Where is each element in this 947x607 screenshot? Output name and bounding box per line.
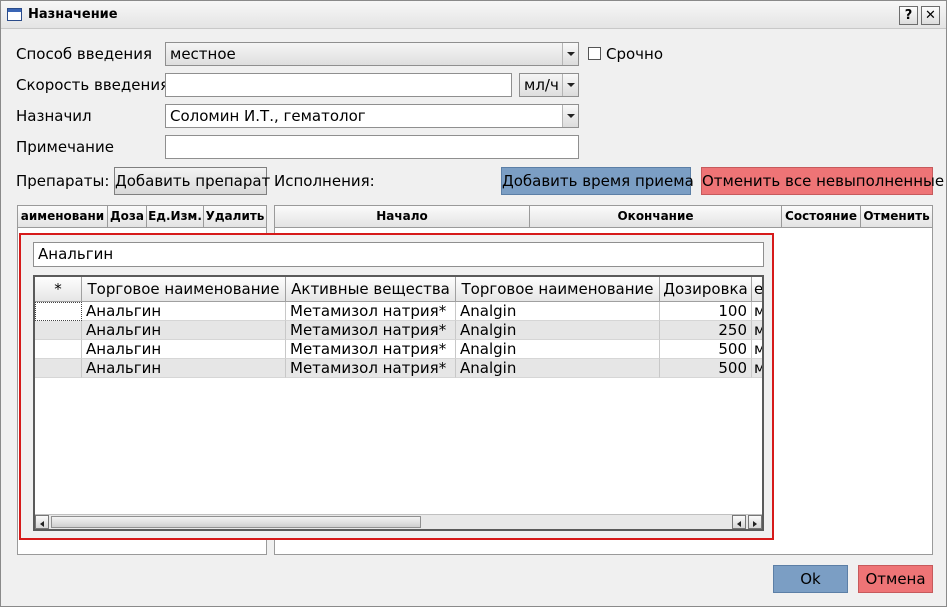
- note-label: Примечание: [16, 138, 114, 156]
- drug-col-name[interactable]: аименовани: [18, 206, 108, 228]
- horizontal-scrollbar[interactable]: [35, 514, 762, 529]
- chevron-down-icon: [562, 105, 578, 127]
- window-icon: [7, 8, 22, 21]
- note-input[interactable]: [165, 135, 579, 159]
- speed-unit-value: мл/ч: [524, 76, 559, 94]
- row-marker-cell[interactable]: [35, 340, 82, 359]
- grid-col-unit[interactable]: е: [752, 277, 762, 302]
- trade-name-latin-cell[interactable]: Analgin: [456, 340, 660, 359]
- chevron-down-icon: [562, 43, 578, 65]
- dosage-cell[interactable]: 500: [660, 359, 752, 378]
- trade-name-latin-cell[interactable]: Analgin: [456, 321, 660, 340]
- cancel-all-button[interactable]: Отменить все невыполненные: [701, 167, 944, 195]
- urgent-label: Срочно: [606, 45, 664, 63]
- drug-col-unit[interactable]: Ед.Изм.: [147, 206, 204, 228]
- dosage-cell[interactable]: 100: [660, 302, 752, 321]
- drug-search-input[interactable]: Анальгин: [33, 242, 764, 267]
- dosage-cell[interactable]: 250: [660, 321, 752, 340]
- grid-col-active-substance[interactable]: Активные вещества: [286, 277, 456, 302]
- urgent-checkbox[interactable]: [588, 47, 601, 60]
- row-marker-cell[interactable]: [35, 302, 82, 321]
- chevron-right-icon: [753, 521, 757, 527]
- window-title: Назначение: [28, 7, 118, 22]
- scroll-left-button-2[interactable]: [732, 515, 746, 529]
- dosage-cell[interactable]: 500: [660, 340, 752, 359]
- chevron-down-icon: [562, 74, 578, 96]
- title-bar: Назначение ? ✕: [1, 1, 946, 29]
- help-button[interactable]: ?: [899, 6, 918, 25]
- exec-col-start[interactable]: Начало: [275, 206, 530, 228]
- table-row[interactable]: Анальгин Метамизол натрия* Analgin 250 м: [35, 321, 762, 340]
- table-row[interactable]: Анальгин Метамизол натрия* Analgin 100 м: [35, 302, 762, 321]
- close-button[interactable]: ✕: [921, 6, 940, 25]
- prescriber-label: Назначил: [16, 107, 92, 125]
- unit-cell[interactable]: м: [752, 359, 762, 378]
- speed-unit-select[interactable]: мл/ч: [519, 73, 579, 97]
- drug-search-popup: Анальгин * Торговое наименование Активны…: [19, 233, 774, 540]
- ok-button[interactable]: Ok: [773, 565, 848, 593]
- exec-col-cancel[interactable]: Отменить: [861, 206, 932, 228]
- active-substance-cell[interactable]: Метамизол натрия*: [286, 321, 456, 340]
- table-row[interactable]: Анальгин Метамизол натрия* Analgin 500 м: [35, 359, 762, 378]
- active-substance-cell[interactable]: Метамизол натрия*: [286, 302, 456, 321]
- route-value: местное: [170, 45, 236, 63]
- add-time-button[interactable]: Добавить время приема: [501, 167, 694, 195]
- trade-name-latin-cell[interactable]: Analgin: [456, 359, 660, 378]
- executions-label: Исполнения:: [274, 172, 375, 190]
- prescriber-value: Соломин И.Т., гематолог: [170, 107, 366, 125]
- table-row[interactable]: Анальгин Метамизол натрия* Analgin 500 м: [35, 340, 762, 359]
- speed-input[interactable]: [165, 73, 512, 97]
- scroll-right-button[interactable]: [748, 515, 762, 529]
- trade-name-latin-cell[interactable]: Analgin: [456, 302, 660, 321]
- exec-col-end[interactable]: Окончание: [530, 206, 782, 228]
- grid-col-trade-name-latin[interactable]: Торговое наименование: [456, 277, 660, 302]
- scroll-left-button[interactable]: [35, 515, 49, 529]
- grid-col-trade-name[interactable]: Торговое наименование: [82, 277, 286, 302]
- unit-cell[interactable]: м: [752, 321, 762, 340]
- chevron-left-icon: [737, 521, 741, 527]
- drug-col-delete[interactable]: Удалить: [204, 206, 266, 228]
- row-marker-cell[interactable]: [35, 321, 82, 340]
- scrollbar-thumb[interactable]: [51, 516, 421, 528]
- route-select[interactable]: местное: [165, 42, 579, 66]
- chevron-left-icon: [40, 521, 44, 527]
- grid-col-marker[interactable]: *: [35, 277, 82, 302]
- speed-label: Скорость введения: [16, 76, 170, 94]
- unit-cell[interactable]: м: [752, 302, 762, 321]
- trade-name-cell[interactable]: Анальгин: [82, 340, 286, 359]
- trade-name-cell[interactable]: Анальгин: [82, 321, 286, 340]
- active-substance-cell[interactable]: Метамизол натрия*: [286, 340, 456, 359]
- trade-name-cell[interactable]: Анальгин: [82, 302, 286, 321]
- drug-col-dose[interactable]: Доза: [108, 206, 147, 228]
- dialog-window: Назначение ? ✕ Способ введения местное С…: [0, 0, 947, 607]
- unit-cell[interactable]: м: [752, 340, 762, 359]
- drugs-label: Препараты:: [16, 172, 110, 190]
- prescriber-select[interactable]: Соломин И.Т., гематолог: [165, 104, 579, 128]
- grid-col-dosage[interactable]: Дозировка: [660, 277, 752, 302]
- trade-name-cell[interactable]: Анальгин: [82, 359, 286, 378]
- row-marker-cell[interactable]: [35, 359, 82, 378]
- exec-col-status[interactable]: Состояние: [782, 206, 861, 228]
- cancel-button[interactable]: Отмена: [858, 565, 933, 593]
- route-label: Способ введения: [16, 45, 152, 63]
- add-drug-button[interactable]: Добавить препарат: [114, 167, 270, 195]
- drug-search-grid[interactable]: * Торговое наименование Активные веществ…: [33, 275, 764, 531]
- active-substance-cell[interactable]: Метамизол натрия*: [286, 359, 456, 378]
